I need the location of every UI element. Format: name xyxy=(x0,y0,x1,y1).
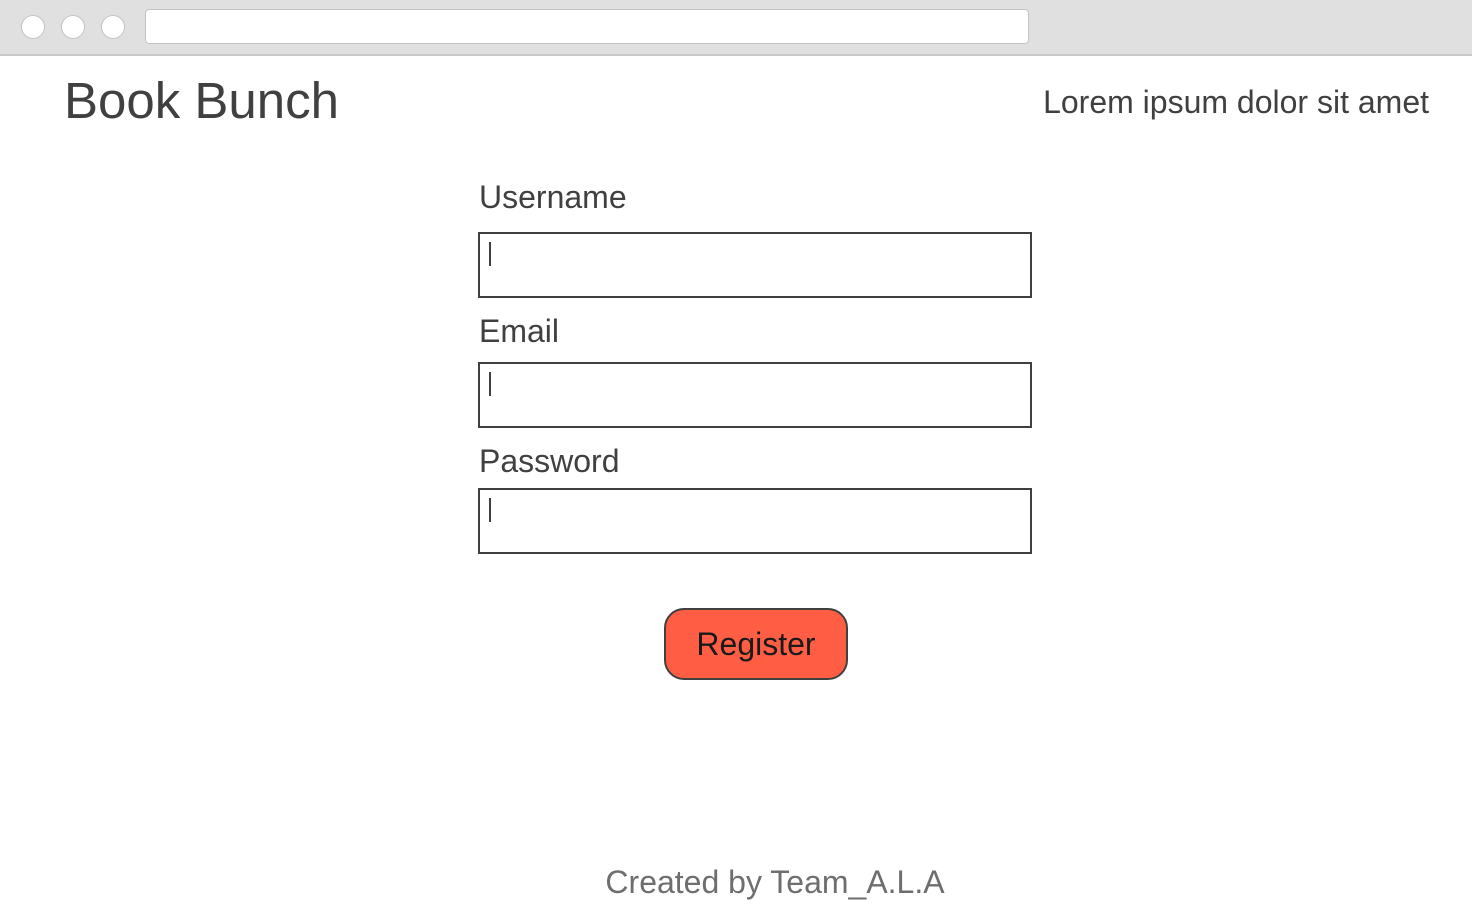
text-cursor xyxy=(489,242,491,266)
text-cursor xyxy=(489,498,491,522)
footer-credit: Created by Team_A.L.A xyxy=(605,864,945,900)
window-maximize-dot[interactable] xyxy=(101,15,125,39)
username-label: Username xyxy=(479,179,627,215)
email-label: Email xyxy=(479,313,560,349)
header-tagline: Lorem ipsum dolor sit amet xyxy=(1043,84,1429,120)
address-bar[interactable] xyxy=(145,9,1029,44)
email-input[interactable] xyxy=(478,362,1032,428)
text-cursor xyxy=(489,372,491,396)
register-button[interactable]: Register xyxy=(664,608,848,680)
username-input[interactable] xyxy=(478,232,1032,298)
password-input[interactable] xyxy=(478,488,1032,554)
window-close-dot[interactable] xyxy=(21,15,45,39)
site-title: Book Bunch xyxy=(64,72,340,129)
password-label: Password xyxy=(479,443,620,479)
window-minimize-dot[interactable] xyxy=(61,15,85,39)
browser-chrome xyxy=(0,0,1472,56)
